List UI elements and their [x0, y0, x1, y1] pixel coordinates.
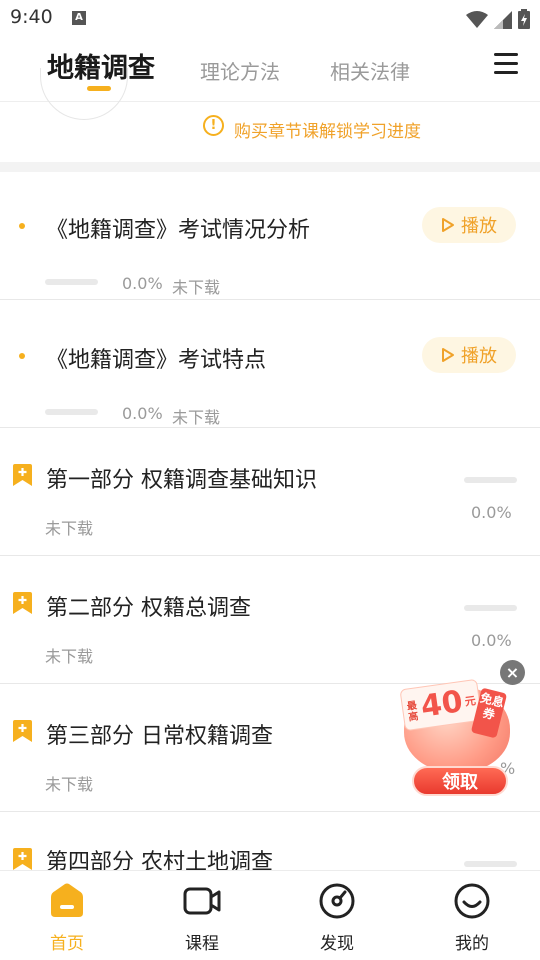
download-status: 未下载 — [172, 278, 221, 297]
lesson-title: 《地籍调查》考试特点 — [46, 348, 267, 373]
nav-profile[interactable]: 我的 — [432, 881, 512, 954]
menu-icon[interactable] — [494, 53, 518, 75]
chapter-title: 第一部分 权籍调查基础知识 — [46, 468, 317, 493]
bottom-nav: 首页 课程 发现 我的 — [0, 870, 540, 960]
play-button[interactable]: 播放 — [422, 337, 516, 373]
claim-coupon-button[interactable]: 领取 — [412, 766, 508, 796]
bookmark-plus-icon — [13, 464, 32, 486]
section-divider — [0, 162, 540, 172]
play-button[interactable]: 播放 — [422, 207, 516, 243]
progress-bar — [45, 279, 98, 285]
video-camera-icon — [183, 887, 221, 915]
progress-percent: 0.0% — [471, 503, 512, 522]
progress-bar — [464, 605, 517, 611]
progress-bar — [464, 477, 517, 483]
status-time: 9:40 — [10, 6, 53, 28]
smiley-face-icon — [454, 883, 490, 919]
bullet-dot — [19, 223, 25, 229]
bookmark-plus-icon — [13, 848, 32, 870]
status-icons — [466, 7, 530, 29]
nav-label: 课程 — [185, 934, 219, 954]
nav-courses[interactable]: 课程 — [162, 881, 242, 954]
bookmark-plus-icon — [13, 720, 32, 742]
nav-label: 我的 — [455, 934, 489, 954]
battery-icon — [518, 9, 530, 29]
bookmark-plus-icon — [13, 592, 32, 614]
coupon-popup[interactable]: 最高 40 元 免息券 领取 × — [399, 660, 530, 800]
coupon-amount: 40 — [418, 684, 465, 725]
cellular-signal-icon — [494, 11, 512, 29]
notification-a-icon: A — [72, 11, 86, 25]
lesson-title: 《地籍调查》考试情况分析 — [46, 218, 311, 243]
wifi-icon — [466, 11, 488, 28]
notice-text[interactable]: 购买章节课解锁学习进度 — [234, 117, 421, 142]
download-status: 未下载 — [172, 408, 221, 427]
nav-label: 首页 — [50, 934, 84, 954]
lesson-item[interactable]: 《地籍调查》考试情况分析 播放 0.0% 未下载 — [0, 172, 540, 300]
progress-bar — [464, 861, 517, 867]
chapter-item[interactable]: 第一部分 权籍调查基础知识 未下载 0.0% — [0, 428, 540, 556]
progress-percent: 0.0% — [122, 274, 163, 293]
lesson-item[interactable]: 《地籍调查》考试特点 播放 0.0% 未下载 — [0, 300, 540, 428]
tab-theory-methods[interactable]: 理论方法 — [200, 56, 280, 85]
play-icon — [442, 348, 454, 362]
tab-related-laws[interactable]: 相关法律 — [330, 56, 410, 85]
download-status: 未下载 — [45, 647, 94, 666]
nav-home[interactable]: 首页 — [27, 881, 107, 954]
chapter-item[interactable]: 第四部分 农村土地调查 — [0, 812, 540, 875]
home-icon — [51, 883, 83, 917]
download-status: 未下载 — [45, 775, 94, 794]
compass-icon — [319, 883, 355, 919]
coupon-unit: 元 — [463, 694, 477, 709]
progress-bar — [45, 409, 98, 415]
chapter-title: 第二部分 权籍总调查 — [46, 596, 251, 621]
download-status: 未下载 — [45, 519, 94, 538]
status-bar: 9:40 A — [0, 0, 540, 36]
play-label: 播放 — [461, 216, 497, 237]
close-icon[interactable]: × — [500, 660, 525, 685]
cover-arc — [40, 68, 128, 120]
play-icon — [442, 218, 454, 232]
progress-percent: 0.0% — [122, 404, 163, 423]
warning-circle-icon: ! — [203, 115, 224, 136]
unlock-notice: ! 购买章节课解锁学习进度 — [0, 68, 540, 162]
bullet-dot — [19, 353, 25, 359]
nav-discover[interactable]: 发现 — [297, 881, 377, 954]
nav-label: 发现 — [320, 934, 354, 954]
progress-percent: 0.0% — [471, 631, 512, 650]
play-label: 播放 — [461, 346, 497, 367]
coupon-max-label: 最高 — [406, 700, 420, 724]
chapter-title: 第三部分 日常权籍调查 — [46, 724, 273, 749]
